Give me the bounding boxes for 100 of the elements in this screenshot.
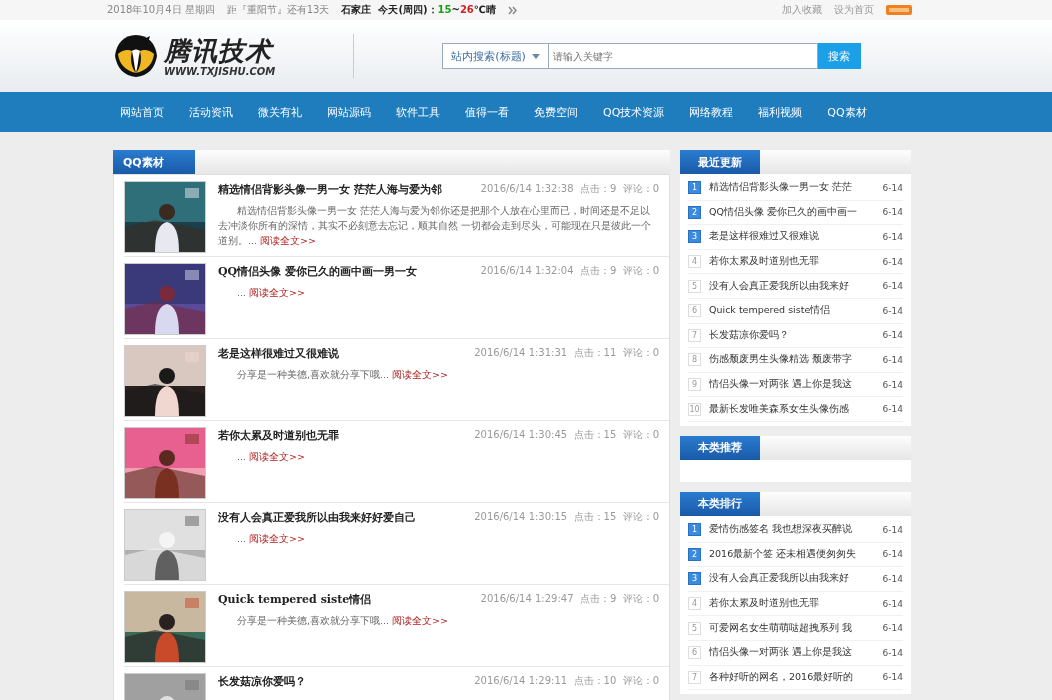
search-scope-dropdown[interactable]: 站内搜索(标题): [442, 43, 549, 69]
article-summary: 分享是一种美德,喜欢就分享下哦... 阅读全文>>: [236, 614, 450, 628]
article-meta: 2016/6/14 1:29:11 点击：10 评论：0: [474, 674, 659, 688]
ranking-link[interactable]: 各种好听的网名，2016最好听的: [709, 670, 875, 684]
rank-number: 6: [688, 304, 701, 318]
rank-number: 5: [688, 279, 701, 293]
section-title: QQ素材: [113, 150, 195, 174]
date-text: 6-14: [882, 379, 903, 390]
rank-number: 9: [688, 378, 701, 392]
date-text: 6-14: [882, 354, 903, 365]
search-field[interactable]: 请输入关键字: [548, 43, 818, 69]
recent-link[interactable]: 最新长发唯美森系女生头像伤感: [709, 402, 875, 416]
nav-link[interactable]: 福利视频: [745, 104, 815, 120]
date-text: 6-14: [882, 672, 903, 683]
article-title[interactable]: 若你太累及时道别也无罪: [218, 427, 339, 443]
read-more-link[interactable]: 阅读全文>>: [392, 369, 449, 380]
ranking-link[interactable]: 若你太累及时道别也无罪: [709, 597, 875, 610]
date-text: 6-14: [882, 256, 903, 267]
article-summary: 分享是一种美德,喜欢就分享下哦... 阅读全文>>: [236, 368, 450, 382]
article-summary: ... 阅读全文>>: [236, 286, 306, 300]
date-text: 6-14: [882, 305, 903, 316]
rank-number: 5: [688, 621, 701, 635]
section-title: 本类排行: [680, 491, 760, 516]
rank-number: 7: [688, 670, 701, 684]
read-more-link[interactable]: 阅读全文>>: [260, 235, 316, 246]
nav-link[interactable]: QQ素材: [814, 104, 879, 120]
article-title[interactable]: QQ情侣头像 爱你已久的画中画一男一女: [218, 263, 417, 279]
recent-link[interactable]: 伤感颓废男生头像精选 颓废带字: [709, 353, 875, 367]
recent-link[interactable]: 若你太累及时道别也无罪: [709, 255, 875, 269]
rank-number: 4: [688, 597, 701, 610]
date-text: 6-14: [882, 549, 903, 560]
double-chevron-icon[interactable]: [507, 5, 517, 15]
weather-text: 石家庄 今天(周四)：15~26℃晴: [341, 3, 496, 17]
read-more-link[interactable]: 阅读全文>>: [249, 287, 305, 298]
date-text: 2018年10月4日 星期四: [107, 3, 215, 17]
article-meta: 2016/6/14 1:30:15 点击：15 评论：0: [474, 510, 659, 524]
date-text: 6-14: [882, 207, 903, 218]
nav-link[interactable]: 网站源码: [314, 104, 383, 120]
nav-link[interactable]: QQ技术资源: [590, 104, 677, 120]
recent-link[interactable]: 没有人会真正爱我所以由我来好: [709, 279, 875, 293]
date-text: 6-14: [882, 404, 903, 415]
article-meta: 2016/6/14 1:32:38 点击：9 评论：0: [480, 182, 659, 196]
rank-number: 3: [688, 230, 701, 244]
rank-number: 8: [688, 353, 701, 367]
read-more-link[interactable]: 阅读全文>>: [249, 533, 305, 544]
article-summary: 精选情侣背影头像一男一女 茫茫人海与爱为邻你还是把那个人放在心里而已，时间还是不足以去冲淡你所有的深情，其实不必刻意去忘记，顺其自然 一切都会走到尽头，可能现在只是彼此一个道别。... 阅读全文>>: [218, 204, 653, 248]
article-meta: 2016/6/14 1:31:31 点击：11 评论：0: [474, 346, 659, 360]
article-summary: ... 阅读全文>>: [236, 532, 306, 546]
nav-link[interactable]: 网站首页: [107, 104, 176, 120]
ranking-link[interactable]: 情侣头像一对两张 遇上你是我这: [709, 646, 875, 660]
date-text: 6-14: [882, 598, 903, 609]
article-meta: 2016/6/14 1:29:47 点击：9 评论：0: [480, 592, 659, 606]
date-text: 6-14: [882, 330, 903, 341]
recent-link[interactable]: 情侣头像一对两张 遇上你是我这: [709, 378, 875, 392]
nav-link[interactable]: 软件工具: [383, 104, 452, 120]
rank-number: 2: [688, 205, 701, 219]
article-summary: ... 阅读全文>>: [236, 450, 306, 464]
section-title: 本类推荐: [680, 435, 760, 460]
date-text: 6-14: [882, 573, 903, 584]
date-text: 6-14: [882, 281, 903, 292]
caret-icon: [531, 53, 540, 59]
date-text: 6-14: [882, 182, 903, 193]
logo-title: 腾讯技术: [164, 35, 275, 66]
rank-number: 1: [688, 523, 701, 537]
article-meta: 2016/6/14 1:32:04 点击：9 评论：0: [480, 264, 659, 278]
festival-countdown: 距『重阳节』还有13天: [226, 3, 330, 17]
rank-number: 2: [688, 547, 701, 561]
rank-number: 1: [688, 181, 701, 195]
recent-link[interactable]: 精选情侣背影头像一男一女 茫茫: [709, 181, 875, 195]
ranking-link[interactable]: 可爱网名女生萌萌哒超拽系列 我: [709, 621, 875, 635]
rank-number: 6: [688, 646, 701, 660]
nav-link[interactable]: 免费空间: [521, 104, 590, 120]
nav-link[interactable]: 值得一看: [452, 104, 521, 120]
date-text: 6-14: [882, 232, 903, 242]
read-more-link[interactable]: 阅读全文>>: [392, 615, 449, 626]
rank-number: 10: [688, 402, 701, 416]
article-title[interactable]: 精选情侣背影头像一男一女 茫茫人海与爱为邻: [218, 181, 442, 197]
nav-link[interactable]: 微关有礼: [245, 104, 314, 120]
article-title[interactable]: 老是这样很难过又很难说: [218, 345, 339, 361]
nav-link[interactable]: 网络教程: [676, 104, 746, 120]
date-text: 6-14: [882, 623, 903, 634]
ranking-link[interactable]: 2016最新个签 还未相遇便匆匆失: [709, 547, 875, 561]
date-text: 6-14: [882, 524, 903, 535]
rank-number: 7: [688, 328, 701, 342]
section-title: 最近更新: [680, 150, 760, 174]
logo-url: WWW.TXJISHU.COM: [164, 65, 276, 77]
date-text: 6-14: [882, 647, 903, 658]
article-title[interactable]: Quick tempered siste情侣: [218, 591, 372, 607]
ranking-link[interactable]: 爱情伤感签名 我也想深夜买醉说: [709, 523, 875, 537]
read-more-link[interactable]: 阅读全文>>: [249, 451, 305, 462]
rank-number: 3: [688, 572, 701, 586]
article-title[interactable]: 长发菇凉你爱吗？: [218, 673, 306, 689]
recent-link[interactable]: Quick tempered siste情侣: [709, 304, 875, 318]
ranking-link[interactable]: 没有人会真正爱我所以由我来好: [709, 572, 875, 586]
article-title[interactable]: 没有人会真正爱我所以由我来好好爱自己: [218, 509, 416, 525]
recent-link[interactable]: 长发菇凉你爱吗？: [709, 328, 875, 342]
recent-link[interactable]: 老是这样很难过又很难说: [709, 230, 875, 244]
recent-link[interactable]: QQ情侣头像 爱你已久的画中画一: [709, 205, 875, 219]
article-meta: 2016/6/14 1:30:45 点击：15 评论：0: [474, 428, 659, 442]
nav-link[interactable]: 活动资讯: [176, 104, 245, 120]
